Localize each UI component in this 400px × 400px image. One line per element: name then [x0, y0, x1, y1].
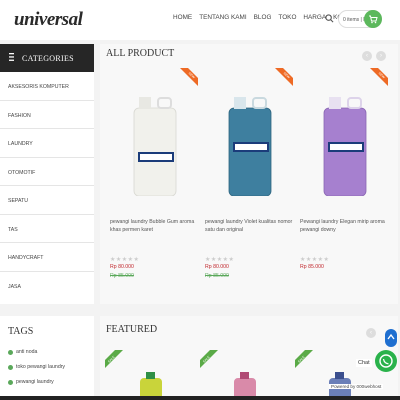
site-logo[interactable]: universal [14, 9, 83, 31]
sale-ribbon: SALE [295, 350, 313, 368]
scroll-top-button[interactable] [385, 329, 397, 347]
tag-item[interactable]: pewangi laundry [8, 379, 94, 385]
next-arrow-icon[interactable]: › [376, 51, 386, 61]
tag-label: pewangi laundry [16, 379, 54, 385]
tags-title: TAGS [8, 326, 34, 337]
nav-home[interactable]: HOME [173, 14, 192, 21]
category-aksesoris-komputer[interactable]: AKSESORIS KOMPUTER [0, 72, 94, 101]
categories-header: CATEGORIES [0, 44, 94, 72]
bottom-bar [0, 396, 400, 400]
nav-tentang-kami[interactable]: TENTANG KAMI [199, 14, 246, 21]
all-product-title: ALL PRODUCT [106, 48, 175, 59]
tag-dot-icon [8, 379, 13, 385]
category-tas[interactable]: TAS [0, 215, 94, 243]
rating-stars: ★★★★★ [110, 257, 140, 263]
rating-stars: ★★★★★ [205, 257, 235, 263]
powered-by-badge[interactable]: Powered by 000webhost [329, 384, 384, 389]
nav-toko[interactable]: TOKO [278, 14, 296, 21]
all-product-section: ALL PRODUCT ‹ › NEW pewangi laundry Bubb… [100, 44, 398, 304]
product-price: Rp 85.000 [300, 264, 324, 270]
prev-arrow-icon[interactable]: ‹ [366, 328, 376, 338]
cart-icon [369, 15, 378, 24]
nav-harga[interactable]: HARGA [303, 14, 326, 21]
category-sepatu[interactable]: SEPATU [0, 186, 94, 215]
product-old-price: Rp 85.000 [110, 273, 134, 279]
tag-dot-icon [8, 349, 13, 355]
carousel-arrows: ‹ [366, 328, 376, 338]
categories-title: CATEGORIES [22, 54, 74, 63]
product-name[interactable]: pewangi laundry Violet kualitas nomor sa… [205, 218, 297, 234]
tag-label: anti noda [16, 349, 38, 355]
site-header: universal HOME TENTANG KAMI BLOG TOKO HA… [0, 0, 400, 40]
new-ribbon: NEW [275, 68, 293, 86]
chat-label[interactable]: Chat [356, 359, 372, 367]
product-old-price: Rp 85.000 [205, 273, 229, 279]
product-image[interactable] [316, 96, 374, 196]
category-laundry[interactable]: LAUNDRY [0, 129, 94, 158]
product-price: Rp 80.000 [205, 264, 229, 270]
nav-blog[interactable]: BLOG [254, 14, 272, 21]
product-price: Rp 80.000 [110, 264, 134, 270]
sale-ribbon: SALE [200, 350, 218, 368]
tags-panel: TAGS anti noda toko pewangi laundry pewa… [0, 316, 94, 400]
cart-button[interactable] [364, 10, 382, 28]
tag-item[interactable]: anti noda [8, 349, 94, 355]
categories-panel: CATEGORIES AKSESORIS KOMPUTER FASHION LA… [0, 44, 94, 304]
category-fashion[interactable]: FASHION [0, 101, 94, 129]
product-name[interactable]: Pewangi laundry Elegan mirip aroma pewan… [300, 218, 392, 234]
product-name[interactable]: pewangi laundry Bubble Gum aroma khas pe… [110, 218, 202, 234]
new-ribbon: NEW [180, 68, 198, 86]
prev-arrow-icon[interactable]: ‹ [362, 51, 372, 61]
cart-summary[interactable]: 0 items | Rp 0 [338, 10, 382, 28]
rating-stars: ★★★★★ [300, 257, 330, 263]
tag-label: toko pewangi laundry [16, 364, 66, 370]
category-handycraft[interactable]: HANDYCRAFT [0, 243, 94, 272]
menu-icon [9, 53, 14, 61]
search-icon[interactable] [325, 14, 334, 23]
arrow-up-icon [387, 333, 395, 340]
category-otomotif[interactable]: OTOMOTIF [0, 158, 94, 186]
whatsapp-button[interactable] [375, 350, 397, 372]
carousel-arrows: ‹ › [362, 51, 386, 61]
sale-ribbon: SALE [105, 350, 123, 368]
whatsapp-icon [379, 354, 393, 368]
product-image[interactable] [221, 96, 279, 196]
featured-title: FEATURED [106, 324, 158, 335]
new-ribbon: NEW [370, 68, 388, 86]
tag-dot-icon [8, 364, 13, 370]
tag-item[interactable]: toko pewangi laundry [8, 364, 94, 370]
product-image[interactable] [126, 96, 184, 196]
category-jasa[interactable]: JASA [0, 272, 94, 301]
